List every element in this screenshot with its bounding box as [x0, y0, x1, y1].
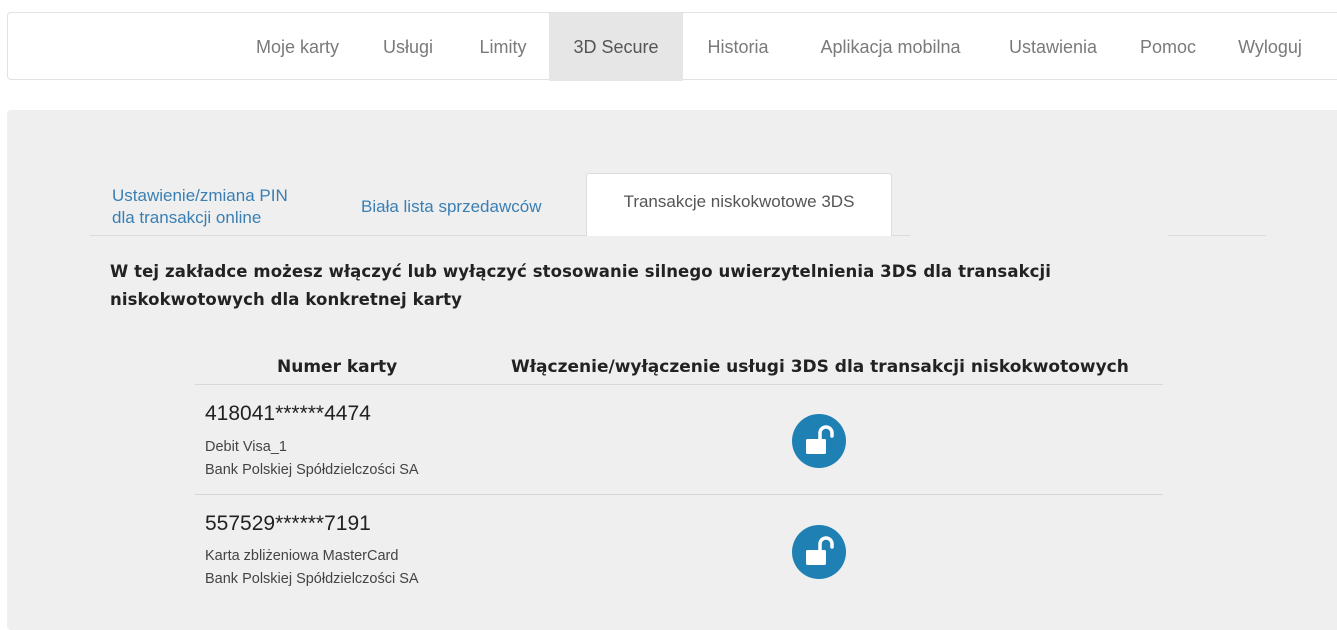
card-bank: Bank Polskiej Spółdzielczości SA: [205, 462, 419, 478]
tab-pin-online[interactable]: Ustawienie/zmiana PIN dla transakcji onl…: [112, 185, 288, 229]
tabs-divider-right: [1168, 235, 1266, 236]
table-row-divider: [195, 494, 1163, 495]
nav-item-moje-karty[interactable]: Moje karty: [240, 13, 355, 81]
header-card-number: Numer karty: [277, 357, 398, 377]
card-details: Karta zbliżeniowa MasterCard Bank Polski…: [205, 545, 419, 591]
tab-low-value-3ds[interactable]: Transakcje niskokwotowe 3DS: [586, 173, 892, 236]
unlock-icon: [806, 425, 834, 454]
nav-item-uslugi[interactable]: Usługi: [368, 13, 448, 81]
nav-item-wyloguj[interactable]: Wyloguj: [1221, 13, 1319, 81]
header-3ds-toggle: Włączenie/wyłączenie usługi 3DS dla tran…: [511, 357, 1129, 377]
tab-white-list[interactable]: Biała lista sprzedawców: [361, 196, 541, 218]
nav-item-aplikacja-mobilna[interactable]: Aplikacja mobilna: [798, 13, 983, 81]
card-number: 557529******7191: [205, 512, 371, 535]
unlock-toggle-button[interactable]: [792, 414, 846, 468]
unlock-toggle-button[interactable]: [792, 525, 846, 579]
unlock-icon: [806, 536, 834, 565]
top-navbar: Moje karty Usługi Limity 3D Secure Histo…: [7, 12, 1337, 81]
tab-pin-online-line1: Ustawienie/zmiana PIN: [112, 186, 288, 205]
card-name: Debit Visa_1: [205, 439, 287, 455]
table-header-divider: [195, 384, 1163, 385]
description-line2: niskokwotowych dla konkretnej karty: [110, 290, 463, 309]
description-line1: W tej zakładce możesz włączyć lub wyłącz…: [110, 262, 1052, 281]
tab-pin-online-line2: dla transakcji online: [112, 208, 262, 227]
card-bank: Bank Polskiej Spółdzielczości SA: [205, 571, 419, 587]
nav-item-pomoc[interactable]: Pomoc: [1123, 13, 1213, 81]
nav-item-historia[interactable]: Historia: [688, 13, 788, 81]
nav-item-3d-secure[interactable]: 3D Secure: [549, 13, 683, 81]
nav-item-limity[interactable]: Limity: [463, 13, 543, 81]
card-name: Karta zbliżeniowa MasterCard: [205, 548, 399, 564]
nav-item-ustawienia[interactable]: Ustawienia: [993, 13, 1113, 81]
description: W tej zakładce możesz włączyć lub wyłącz…: [110, 258, 1110, 314]
card-number: 418041******4474: [205, 402, 371, 425]
card-details: Debit Visa_1 Bank Polskiej Spółdzielczoś…: [205, 436, 419, 482]
